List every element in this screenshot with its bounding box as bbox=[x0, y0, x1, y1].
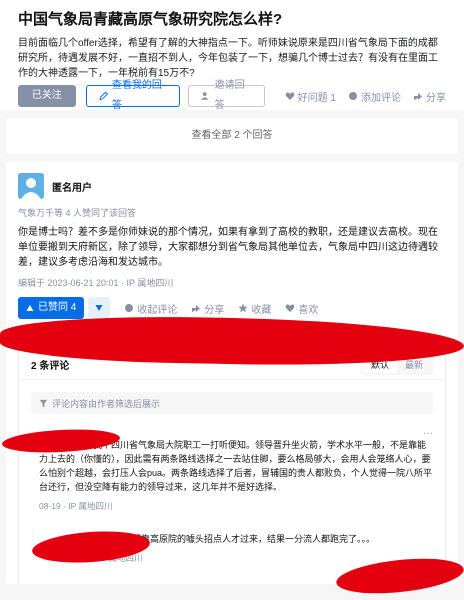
edit-info: 编辑于 2023-06-21 20:01 · IP 属地四川 bbox=[18, 278, 174, 288]
filter-text: 评论内容由作者筛选后展示 bbox=[52, 398, 161, 409]
invite-button[interactable]: 邀请回答 bbox=[188, 80, 265, 111]
share-icon bbox=[192, 305, 201, 312]
more-options-icon[interactable]: ··· bbox=[423, 428, 433, 439]
question-card: 中国气象局青藏高原气象研究院怎么样? 目前面临几个offer选择，希望有了解的大… bbox=[0, 0, 464, 111]
comments-count: 2 条评论 bbox=[31, 361, 70, 372]
pencil-icon bbox=[98, 91, 108, 101]
view-all-answers-link[interactable]: 查看全部 2 个回答 bbox=[6, 118, 458, 154]
add-comment-label: 添加评论 bbox=[360, 92, 401, 104]
comment-item: ··· 气象圈子小，我个四川省气象局大院职工一打听便知。领导晋升坐火箭，学术水平… bbox=[31, 428, 433, 512]
followed-button[interactable]: 已关注 bbox=[18, 85, 76, 107]
share-icon bbox=[413, 93, 422, 100]
avatar[interactable] bbox=[18, 173, 44, 199]
author-name: 匿名用户 bbox=[52, 182, 92, 194]
good-question-button[interactable]: 好问题 1 bbox=[285, 89, 336, 104]
answer-share-label: 分享 bbox=[204, 304, 225, 316]
anonymous-avatar-icon bbox=[18, 173, 44, 199]
collapse-comments-label: 收起评论 bbox=[137, 304, 178, 316]
vote-down-button[interactable] bbox=[88, 297, 111, 319]
answer-actions: 已赞同 4 收起评论 分享 收藏 喜欢 bbox=[18, 297, 446, 319]
triangle-down-icon bbox=[95, 305, 103, 311]
vote-label: 已赞同 4 bbox=[38, 302, 77, 313]
author-row: 匿名用户 bbox=[18, 172, 446, 200]
heart-icon bbox=[286, 304, 295, 312]
question-description: 目前面临几个offer选择，希望有了解的大神指点一下。听师妹说原来是四川省气象局… bbox=[18, 38, 438, 79]
share-button[interactable]: 分享 bbox=[413, 89, 446, 104]
comment-meta: 08-19 · IP 属地四川 bbox=[39, 501, 113, 511]
comments-filter-notice: 评论内容由作者筛选后展示 bbox=[31, 392, 433, 414]
comment-icon bbox=[348, 92, 357, 100]
like-button[interactable]: 喜欢 bbox=[285, 301, 318, 316]
triangle-up-icon bbox=[26, 305, 34, 311]
answer-share-button[interactable]: 分享 bbox=[191, 301, 224, 316]
heart-icon bbox=[285, 92, 294, 100]
add-comment-button[interactable]: 添加评论 bbox=[348, 89, 401, 104]
view-my-answer-label: 查看我的回答 bbox=[111, 80, 162, 111]
vote-up-button[interactable]: 已赞同 4 bbox=[18, 297, 85, 319]
agree-summary: 气象万千等 4 人赞同了该回答 bbox=[18, 208, 137, 218]
invite-user-icon bbox=[201, 92, 209, 100]
question-title[interactable]: 中国气象局青藏高原气象研究院怎么样? bbox=[18, 10, 446, 30]
share-label: 分享 bbox=[425, 92, 446, 104]
filter-icon bbox=[39, 399, 48, 407]
answer-text: 你是博士吗？差不多是你师妹说的那个情况，如果有拿到了高校的教职，还是建议去高校。… bbox=[18, 227, 438, 268]
comment-icon bbox=[125, 304, 134, 312]
answer-card: 匿名用户 气象万千等 4 人赞同了该回答 你是博士吗？差不多是你师妹说的那个情况… bbox=[6, 162, 458, 584]
star-icon bbox=[238, 303, 248, 313]
invite-label: 邀请回答 bbox=[214, 80, 245, 111]
favorite-label: 收藏 bbox=[251, 304, 272, 316]
view-my-answer-button[interactable]: 查看我的回答 bbox=[85, 80, 181, 111]
favorite-button[interactable]: 收藏 bbox=[238, 301, 271, 316]
like-label: 喜欢 bbox=[298, 304, 319, 316]
question-actions: 已关注 查看我的回答 邀请回答 好问题 1 添加评论 分享 bbox=[18, 80, 446, 111]
good-question-label: 好问题 1 bbox=[297, 92, 336, 104]
collapse-comments-button[interactable]: 收起评论 bbox=[124, 301, 177, 316]
